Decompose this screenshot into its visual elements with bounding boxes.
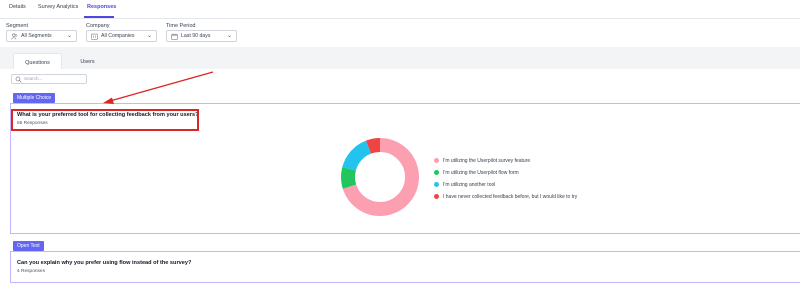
segment-label: Segment [6, 23, 29, 29]
company-label: Company [86, 23, 110, 29]
sub-tab-bar: Questions Users [0, 47, 800, 69]
response-donut-chart [341, 138, 419, 216]
legend-label: I'm utilizing another tool [443, 182, 496, 188]
segment-value: All Segments [21, 33, 52, 39]
legend-label: I'm utilizing the Userpilot flow form [443, 170, 519, 176]
search-placeholder: Search... [24, 76, 43, 81]
legend-label: I'm utilizing the Userpilot survey featu… [443, 158, 531, 164]
search-input[interactable]: Search... [11, 74, 87, 84]
search-icon [15, 76, 22, 83]
top-tab-bar: Details Survey Analytics Responses [0, 0, 800, 19]
question-type-badge: Multiple Choice [13, 93, 56, 103]
highlight-annotation [11, 109, 199, 131]
tab-survey-analytics[interactable]: Survey Analytics [38, 4, 78, 10]
segment-select[interactable]: All Segments ⌄ [6, 30, 77, 42]
tab-responses[interactable]: Responses [87, 4, 116, 10]
legend-color-dot [434, 158, 439, 163]
time-period-value: Last 90 days [181, 33, 211, 39]
chevron-down-icon: ⌄ [146, 33, 152, 39]
company-select[interactable]: All Companies ⌄ [86, 30, 157, 42]
legend-color-dot [434, 182, 439, 187]
tab-details[interactable]: Details [9, 4, 26, 10]
chevron-down-icon: ⌄ [226, 33, 232, 39]
chevron-down-icon: ⌄ [66, 33, 72, 39]
tab-users[interactable]: Users [66, 53, 109, 69]
response-count: 4 Responses [17, 269, 45, 274]
time-period-label: Time Period [166, 23, 196, 29]
company-value: All Companies [101, 33, 135, 39]
users-icon [11, 33, 18, 40]
active-tab-indicator [84, 16, 114, 18]
legend-label: I have never collected feedback before, … [443, 194, 578, 200]
time-period-select[interactable]: Last 90 days ⌄ [166, 30, 237, 42]
legend-color-dot [434, 170, 439, 175]
tab-questions[interactable]: Questions [13, 53, 62, 69]
building-icon [91, 33, 98, 40]
question-title: Can you explain why you prefer using flo… [17, 260, 192, 266]
calendar-icon [171, 33, 178, 40]
question-type-badge: Open Text [13, 241, 44, 251]
question-card [10, 251, 800, 283]
legend-color-dot [434, 194, 439, 199]
